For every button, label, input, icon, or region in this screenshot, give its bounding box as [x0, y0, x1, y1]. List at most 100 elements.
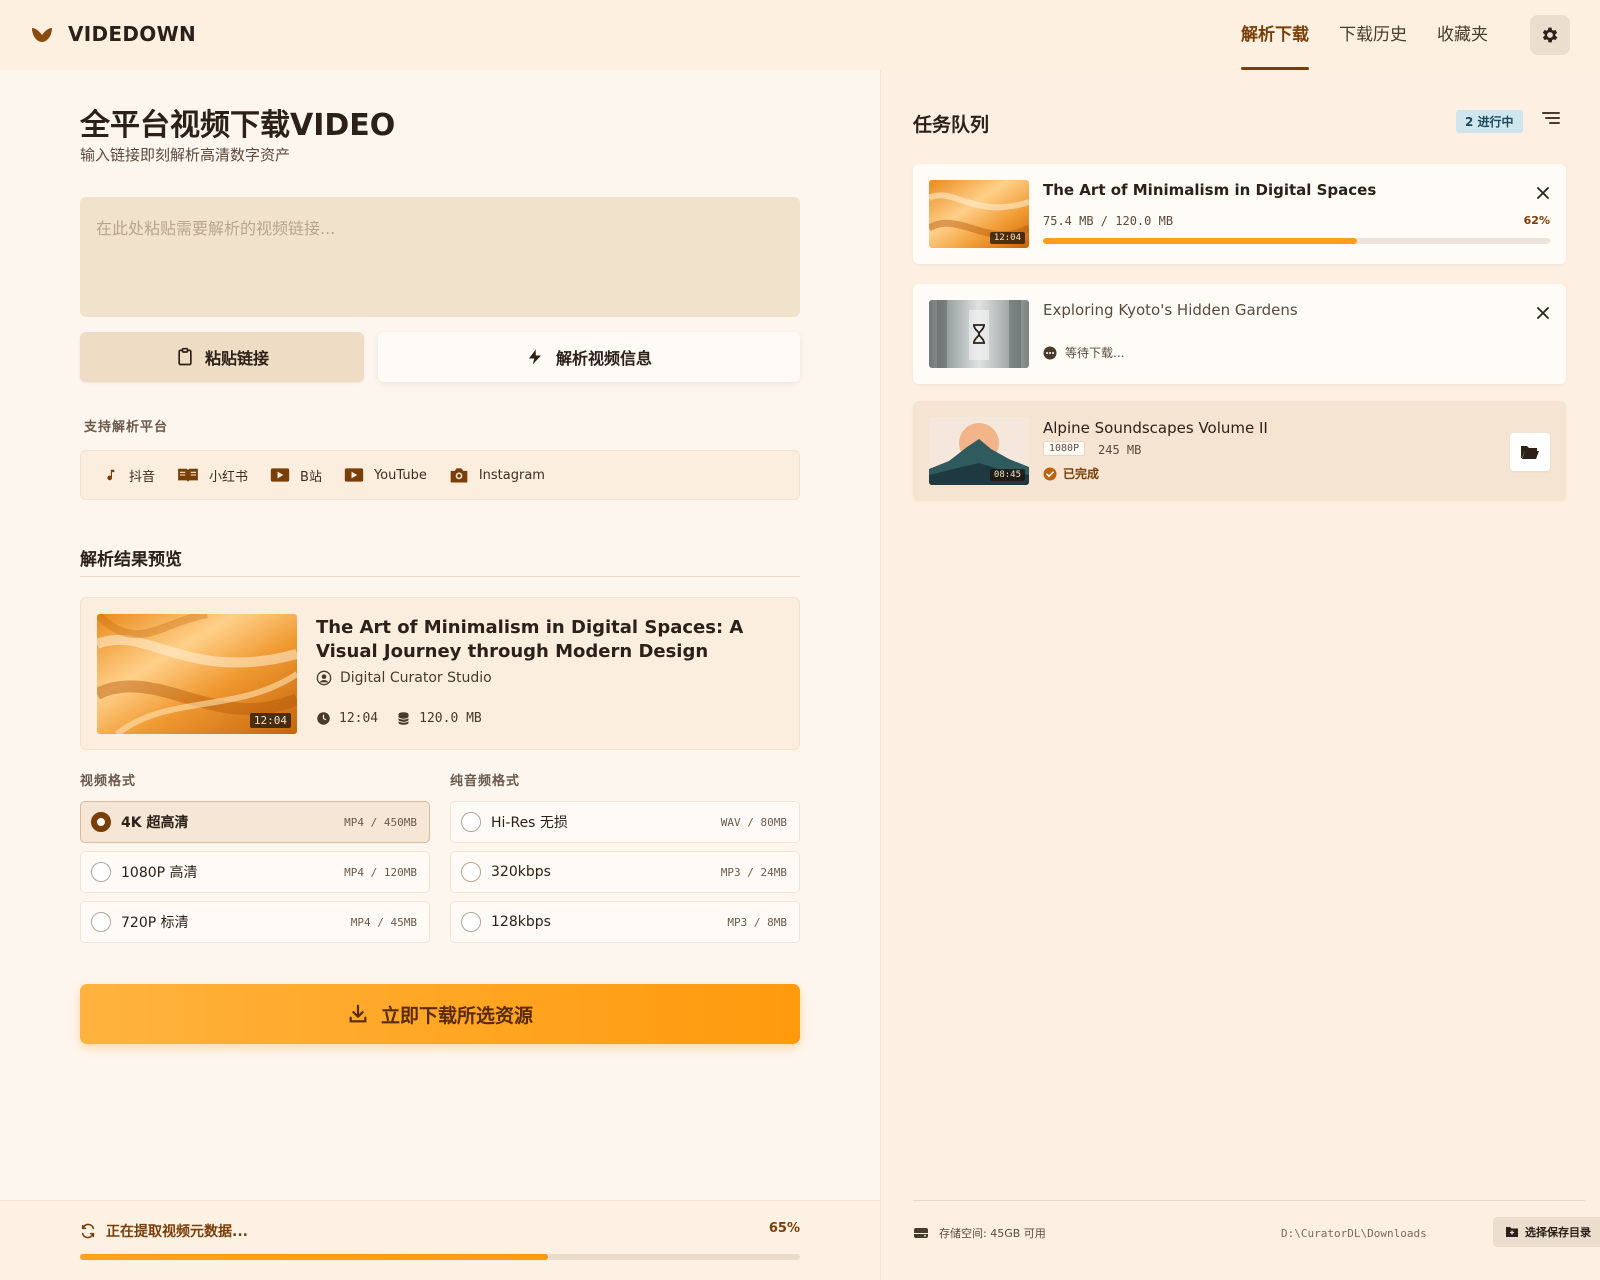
format-spec: MP3 / 8MB: [727, 915, 787, 929]
platform-name: B站: [300, 469, 322, 485]
task-title: Exploring Kyoto's Hidden Gardens: [1043, 301, 1298, 319]
logo[interactable]: VIDEDOWN: [30, 22, 196, 46]
folder-plus-icon: [1506, 1227, 1518, 1237]
resolution-tag: 1080P: [1043, 441, 1086, 456]
format-name: 128kbps: [491, 914, 551, 930]
task-status: 等待下载...: [1043, 344, 1124, 361]
download-label: 立即下载所选资源: [380, 1004, 533, 1027]
drive-icon: [914, 1228, 928, 1238]
paste-link-label: 粘贴链接: [204, 349, 269, 368]
database-icon: [398, 712, 410, 725]
radio-unselected[interactable]: [461, 862, 481, 882]
url-input[interactable]: [80, 197, 800, 317]
extraction-status-bar: 正在提取视频元数据... 65%: [0, 1200, 880, 1280]
lightning-icon: [528, 349, 541, 365]
task-progress-fill: [1043, 238, 1358, 244]
close-icon[interactable]: [1536, 306, 1550, 320]
storage-text: 存储空间: 45GB 可用: [939, 1227, 1046, 1240]
extraction-status: 正在提取视频元数据...: [80, 1221, 248, 1241]
paste-link-button[interactable]: 粘贴链接: [80, 332, 364, 382]
logo-icon: [32, 28, 52, 42]
storage-info: 存储空间: 45GB 可用: [913, 1225, 1046, 1241]
choose-directory-label: 选择保存目录: [1525, 1226, 1591, 1239]
extraction-percent: 65%: [768, 1221, 800, 1236]
platform-bilibili[interactable]: B站: [270, 466, 322, 485]
app-header: VIDEDOWN 解析下载 下载历史 收藏夹: [0, 0, 1600, 70]
queue-title: 任务队列: [913, 114, 990, 136]
platform-name: 抖音: [129, 469, 156, 485]
task-thumbnail: [929, 300, 1029, 368]
format-option-1080p[interactable]: 1080P 高清 MP4 / 120MB: [80, 851, 430, 893]
format-option-128kbps[interactable]: 128kbps MP3 / 8MB: [450, 901, 800, 943]
audio-formats-label: 纯音频格式: [450, 774, 521, 789]
task-thumbnail: 12:04: [929, 180, 1029, 248]
platform-douyin[interactable]: 抖音: [105, 466, 155, 485]
video-formats-label: 视频格式: [80, 774, 137, 789]
preview-size: 120.0 MB: [419, 711, 482, 726]
task-percent: 62%: [1523, 214, 1550, 227]
folder-open-icon: [1521, 446, 1539, 459]
clipboard-icon: [178, 347, 192, 366]
format-name: 4K 超高清: [121, 815, 189, 831]
parse-video-button[interactable]: 解析视频信息: [378, 332, 800, 382]
main-nav: 解析下载 下载历史 收藏夹: [1241, 0, 1488, 70]
check-circle-icon: [1043, 467, 1057, 480]
sync-icon: [81, 1223, 95, 1239]
preview-thumbnail[interactable]: 12:04: [97, 614, 297, 734]
task-queue-panel: 任务队列 2 进行中 12:04 The Art of Minimalism i…: [880, 70, 1600, 1280]
page-subtitle: 输入链接即刻解析高清数字资产: [80, 146, 291, 164]
gear-icon: [1542, 27, 1558, 43]
format-spec: MP4 / 450MB: [344, 815, 417, 829]
task-progress-track: [1043, 238, 1550, 244]
radio-selected[interactable]: [91, 812, 111, 832]
book-icon: [178, 468, 198, 483]
platform-instagram[interactable]: Instagram: [449, 466, 545, 484]
extraction-progress-track: [80, 1254, 800, 1260]
parse-video-label: 解析视频信息: [555, 349, 652, 368]
task-status-text: 已完成: [1063, 467, 1100, 481]
radio-unselected[interactable]: [461, 912, 481, 932]
task-size: 245 MB: [1098, 443, 1142, 457]
storage-footer: 存储空间: 45GB 可用 D:\CuratorDL\Downloads 选择保…: [913, 1200, 1600, 1260]
preview-card: 12:04 The Art of Minimalism in Digital S…: [80, 597, 800, 750]
task-item-waiting: Exploring Kyoto's Hidden Gardens 等待下载...: [913, 284, 1566, 384]
platform-name: Instagram: [478, 467, 545, 483]
download-button[interactable]: 立即下载所选资源: [80, 984, 800, 1044]
task-title: The Art of Minimalism in Digital Spaces: [1043, 181, 1377, 199]
nav-favorites[interactable]: 收藏夹: [1437, 0, 1488, 70]
format-option-320kbps[interactable]: 320kbps MP3 / 24MB: [450, 851, 800, 893]
clock-icon: [317, 712, 330, 725]
brand-name: VIDEDOWN: [68, 22, 196, 46]
preview-duration: 12:04: [339, 711, 379, 726]
platform-list: 抖音 小红书 B站 YouTube Instagram: [80, 450, 800, 500]
radio-unselected[interactable]: [91, 862, 111, 882]
camera-icon: [450, 468, 468, 483]
nav-parse-download[interactable]: 解析下载: [1241, 0, 1309, 70]
platform-youtube[interactable]: YouTube: [344, 466, 427, 484]
open-folder-button[interactable]: [1510, 433, 1550, 471]
format-name: 320kbps: [491, 864, 551, 880]
format-option-720p[interactable]: 720P 标清 MP4 / 45MB: [80, 901, 430, 943]
task-status: 已完成: [1043, 465, 1099, 482]
status-text: 正在提取视频元数据...: [106, 1224, 248, 1240]
settings-button[interactable]: [1530, 15, 1570, 55]
music-note-icon: [107, 469, 115, 481]
divider: [80, 576, 800, 577]
page-title: 全平台视频下载VIDEO: [80, 108, 396, 143]
user-circle-icon: [316, 670, 332, 686]
choose-directory-button[interactable]: 选择保存目录: [1493, 1217, 1600, 1247]
format-option-4k[interactable]: 4K 超高清 MP4 / 450MB: [80, 801, 430, 843]
results-title: 解析结果预览: [80, 550, 182, 570]
nav-download-history[interactable]: 下载历史: [1339, 0, 1407, 70]
duration-badge: 08:45: [989, 469, 1025, 481]
task-item-downloading: 12:04 The Art of Minimalism in Digital S…: [913, 164, 1566, 264]
platform-name: 小红书: [209, 469, 249, 485]
task-item-completed: 08:45 Alpine Soundscapes Volume II 1080P…: [913, 401, 1566, 501]
radio-unselected[interactable]: [461, 812, 481, 832]
sort-icon[interactable]: [1541, 110, 1561, 126]
format-spec: MP4 / 45MB: [350, 915, 417, 929]
format-option-hires[interactable]: Hi-Res 无损 WAV / 80MB: [450, 801, 800, 843]
radio-unselected[interactable]: [91, 912, 111, 932]
platform-xiaohongshu[interactable]: 小红书: [177, 466, 248, 485]
close-icon[interactable]: [1536, 186, 1550, 200]
